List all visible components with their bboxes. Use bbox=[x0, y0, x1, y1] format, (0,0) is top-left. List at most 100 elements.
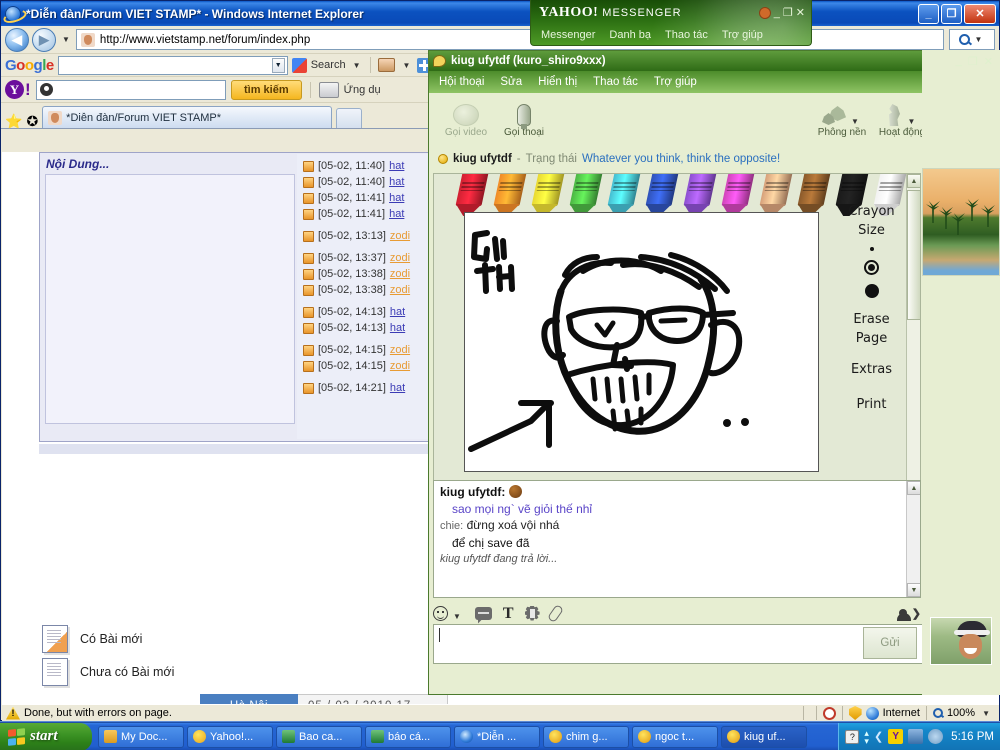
forum-post-row[interactable]: [05-02, 14:13] hat bbox=[297, 320, 437, 336]
google-search-label[interactable]: Search bbox=[311, 59, 346, 71]
post-author[interactable]: hat bbox=[389, 176, 404, 188]
post-author[interactable]: zodi bbox=[390, 360, 410, 372]
chevron-down-icon[interactable]: ▼ bbox=[350, 61, 364, 70]
forum-post-row[interactable]: [05-02, 13:38] zodi bbox=[297, 266, 437, 282]
im-menu-thao-tác[interactable]: Thao tác bbox=[593, 76, 638, 88]
apps-icon[interactable] bbox=[318, 81, 339, 98]
minimize-button[interactable]: _ bbox=[918, 3, 939, 24]
attachment-icon[interactable] bbox=[546, 603, 564, 623]
post-author[interactable]: zodi bbox=[390, 252, 410, 264]
post-author[interactable]: zodi bbox=[390, 268, 410, 280]
post-author[interactable]: zodi bbox=[390, 284, 410, 296]
chevron-down-icon[interactable]: ▼ bbox=[905, 117, 919, 126]
security-zone[interactable]: Internet bbox=[843, 705, 926, 722]
add-favorite-icon[interactable]: ✪ bbox=[26, 114, 38, 128]
forum-post-row[interactable]: [05-02, 13:37] zodi bbox=[297, 250, 437, 266]
post-author[interactable]: hat bbox=[390, 382, 405, 394]
yahoo-tray-icon[interactable]: Y bbox=[888, 729, 904, 744]
tray-expand-icon[interactable]: ▴ ▾ bbox=[864, 728, 869, 745]
ym-menu-thao-tác[interactable]: Thao tác bbox=[665, 29, 708, 41]
forum-post-row[interactable]: [05-02, 14:15] zodi bbox=[297, 358, 437, 374]
erase-page-label-1[interactable]: Erase bbox=[834, 312, 909, 327]
favorites-icon[interactable]: ⭐ bbox=[5, 114, 22, 128]
yahoo-search-button[interactable]: tìm kiếm bbox=[231, 79, 302, 100]
google-search-input[interactable]: ▼ bbox=[57, 55, 288, 75]
yahoo-apps-label[interactable]: Ứng dụ bbox=[344, 84, 381, 96]
taskbar-button[interactable]: Yahoo!... bbox=[187, 725, 273, 748]
im-close-button[interactable]: ✕ bbox=[984, 55, 993, 68]
ym-menu-danh-bạ[interactable]: Danh bạ bbox=[609, 29, 651, 41]
im-maximize-button[interactable]: ❐ bbox=[968, 55, 978, 68]
bookmarks-icon[interactable] bbox=[378, 58, 396, 72]
im-menu-hội-thoại[interactable]: Hội thoại bbox=[439, 76, 484, 88]
taskbar-button[interactable]: ngoc t... bbox=[632, 725, 718, 748]
post-author[interactable]: hat bbox=[389, 192, 404, 204]
taskbar-button[interactable]: chim g... bbox=[543, 725, 629, 748]
forum-post-row[interactable]: [05-02, 14:21] hat bbox=[297, 380, 437, 396]
im-menu-sửa[interactable]: Sửa bbox=[500, 76, 522, 88]
ym-close-button[interactable]: ✕ bbox=[796, 6, 805, 19]
scroll-up-icon[interactable]: ▲ bbox=[907, 481, 920, 495]
clock[interactable]: 5:16 PM bbox=[948, 731, 994, 743]
smiley-icon[interactable] bbox=[433, 605, 448, 621]
google-search-icon[interactable] bbox=[291, 57, 307, 73]
chevron-down-icon[interactable]: ▼ bbox=[450, 612, 464, 621]
start-button[interactable]: start bbox=[0, 722, 92, 750]
erase-page-label-2[interactable]: Page bbox=[834, 331, 909, 346]
post-author[interactable]: hat bbox=[389, 208, 404, 220]
network-tray-icon[interactable] bbox=[908, 729, 924, 744]
post-author[interactable]: hat bbox=[390, 306, 405, 318]
font-icon[interactable]: T bbox=[503, 605, 514, 621]
doodle-canvas[interactable] bbox=[464, 212, 819, 472]
print-button[interactable]: Print bbox=[834, 397, 909, 412]
taskbar-button[interactable]: My Doc... bbox=[98, 725, 184, 748]
new-tab-button[interactable] bbox=[336, 108, 363, 128]
back-button[interactable]: ◀ bbox=[5, 27, 29, 52]
scrollbar-thumb[interactable] bbox=[907, 190, 920, 320]
ym-minimize-button[interactable]: _ bbox=[774, 7, 780, 19]
forum-post-row[interactable]: [05-02, 14:15] zodi bbox=[297, 342, 437, 358]
extras-button[interactable]: Extras bbox=[834, 362, 909, 377]
yahoo-search-input[interactable] bbox=[36, 79, 226, 100]
close-button[interactable]: ✕ bbox=[964, 3, 996, 24]
zoom-control[interactable]: 100% ▼ bbox=[927, 705, 999, 722]
help-tray-icon[interactable]: ? bbox=[845, 729, 860, 744]
post-author[interactable]: hat bbox=[390, 322, 405, 334]
message-input[interactable] bbox=[433, 624, 923, 664]
taskbar-button[interactable]: báo cá... bbox=[365, 725, 451, 748]
add-contact-icon[interactable]: ❯ bbox=[896, 605, 921, 621]
taskbar-button[interactable]: Bao ca... bbox=[276, 725, 362, 748]
post-author[interactable]: zodi bbox=[390, 230, 410, 242]
forum-post-row[interactable]: [05-02, 11:41] hat bbox=[297, 190, 437, 206]
forum-post-row[interactable]: [05-02, 14:13] hat bbox=[297, 304, 437, 320]
send-button[interactable]: Gửi bbox=[863, 627, 917, 659]
post-author[interactable]: zodi bbox=[390, 344, 410, 356]
forum-post-row[interactable]: [05-02, 11:40] hat bbox=[297, 158, 437, 174]
forum-post-row[interactable]: [05-02, 13:38] zodi bbox=[297, 282, 437, 298]
ym-maximize-button[interactable]: ❐ bbox=[783, 6, 793, 19]
scroll-up-icon[interactable]: ▲ bbox=[907, 174, 920, 188]
post-author[interactable]: hat bbox=[389, 160, 404, 172]
phishing-filter-icon-cell[interactable] bbox=[817, 705, 842, 722]
buzz-icon[interactable] bbox=[474, 606, 492, 620]
tab-vietstamp-forum[interactable]: *Diễn đàn/Forum VIET STAMP* bbox=[42, 106, 333, 128]
video-call-button[interactable]: Gọi video bbox=[437, 104, 495, 138]
chevron-down-icon[interactable]: ▼ bbox=[271, 57, 285, 73]
forum-post-row[interactable]: [05-02, 11:40] hat bbox=[297, 174, 437, 190]
crayon-size-small-option[interactable] bbox=[869, 247, 874, 251]
taskbar-button[interactable]: kiug uf... bbox=[721, 725, 807, 748]
history-dropdown-icon[interactable]: ▼ bbox=[59, 35, 73, 44]
tray-chevron-icon[interactable]: ❮ bbox=[874, 730, 883, 743]
chevron-down-icon[interactable]: ▼ bbox=[848, 117, 862, 126]
address-input[interactable]: http://www.vietstamp.net/forum/index.php bbox=[75, 29, 944, 50]
forum-post-row[interactable]: [05-02, 11:41] hat bbox=[297, 206, 437, 222]
crayon-size-medium-option-selected[interactable] bbox=[864, 260, 879, 275]
background-button[interactable]: ▼ Phông nền bbox=[813, 106, 871, 138]
im-menu-hiển-thị[interactable]: Hiển thị bbox=[538, 76, 577, 88]
taskbar-button[interactable]: *Diễn ... bbox=[454, 725, 540, 748]
search-go-button[interactable]: ▼ bbox=[949, 29, 995, 50]
voice-call-button[interactable]: Gọi thoại bbox=[495, 104, 553, 138]
chatlog-scrollbar[interactable]: ▲ ▼ bbox=[906, 481, 920, 597]
emoticon-gear-icon[interactable] bbox=[524, 605, 540, 621]
ym-menu-messenger[interactable]: Messenger bbox=[541, 29, 595, 41]
